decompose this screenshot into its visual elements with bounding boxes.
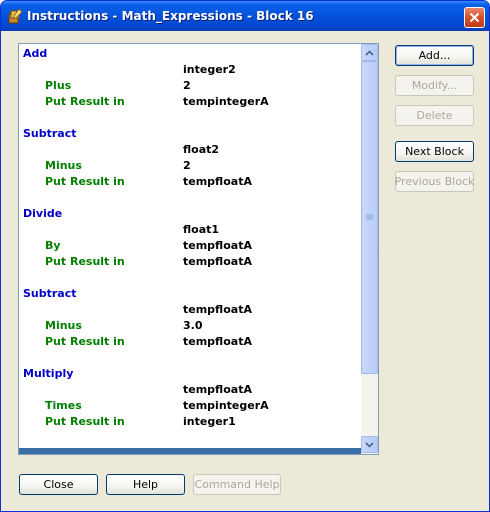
previous-block-button[interactable]: Previous Block <box>395 171 474 192</box>
close-icon <box>469 12 480 23</box>
instruction-row[interactable]: Minus 3.0 <box>19 318 361 334</box>
operand-value: float1 <box>183 223 220 236</box>
instruction-row[interactable]: By tempfloatA <box>19 238 361 254</box>
operation-name: Subtract <box>23 287 77 300</box>
instruction-row[interactable]: Plus 2 <box>19 78 361 94</box>
operation-name: Add <box>23 47 48 60</box>
parameter-label: By <box>45 239 61 252</box>
operand-value: tempfloatA <box>183 383 252 396</box>
modify-button[interactable]: Modify... <box>395 75 474 96</box>
operand-value: integer2 <box>183 63 236 76</box>
scroll-down-button[interactable] <box>361 436 378 453</box>
parameter-label: Minus <box>45 319 82 332</box>
command-help-button[interactable]: Command Help <box>193 474 281 495</box>
help-button[interactable]: Help <box>106 474 185 495</box>
parameter-label: Put Result in <box>45 415 125 428</box>
instruction-list-content: Add integer2 Plus 2 Put Result in tempinteger… <box>19 44 361 448</box>
chevron-down-icon <box>365 441 374 448</box>
parameter-value: tempintegerA <box>183 399 269 412</box>
instruction-row[interactable]: Put Result in tempfloatA <box>19 174 361 190</box>
title-bar[interactable]: Instructions - Math_Expressions - Block … <box>1 1 489 31</box>
instruction-row[interactable]: Put Result in tempintegerA <box>19 94 361 110</box>
operand-value: tempfloatA <box>183 303 252 316</box>
instruction-row[interactable]: float2 <box>19 142 361 158</box>
parameter-value: 2 <box>183 79 191 92</box>
instruction-row[interactable]: tempfloatA <box>19 302 361 318</box>
add-button[interactable]: Add... <box>395 45 474 66</box>
instruction-list[interactable]: Add integer2 Plus 2 Put Result in tempinteger… <box>18 43 379 455</box>
operation-name: Subtract <box>23 127 77 140</box>
chevron-up-icon <box>365 49 374 56</box>
scroll-thumb[interactable] <box>361 61 378 374</box>
instruction-row[interactable]: Put Result in integer1 <box>19 414 361 430</box>
parameter-label: Put Result in <box>45 95 125 108</box>
parameter-value: 2 <box>183 159 191 172</box>
parameter-value: tempfloatA <box>183 175 252 188</box>
parameter-label: Put Result in <box>45 175 125 188</box>
instruction-row[interactable]: Add <box>19 46 361 62</box>
operation-name: Multiply <box>23 367 74 380</box>
parameter-value: tempfloatA <box>183 239 252 252</box>
instruction-row[interactable]: integer2 <box>19 62 361 78</box>
close-window-button[interactable] <box>464 7 485 28</box>
app-icon <box>8 8 23 24</box>
operand-value: float2 <box>183 143 220 156</box>
parameter-label: Put Result in <box>45 255 125 268</box>
grip-icon <box>366 214 373 220</box>
window-title: Instructions - Math_Expressions - Block … <box>27 9 314 23</box>
parameter-value: integer1 <box>183 415 236 428</box>
parameter-value: tempfloatA <box>183 335 252 348</box>
parameter-label: Minus <box>45 159 82 172</box>
instruction-row[interactable]: Subtract <box>19 126 361 142</box>
parameter-label: Put Result in <box>45 335 125 348</box>
instruction-row[interactable]: Subtract <box>19 286 361 302</box>
instruction-row[interactable]: Divide <box>19 206 361 222</box>
list-bottom-bar <box>19 448 361 454</box>
delete-button[interactable]: Delete <box>395 105 474 126</box>
dialog-body: Add integer2 Plus 2 Put Result in tempinteger… <box>4 31 486 509</box>
instruction-row[interactable]: float1 <box>19 222 361 238</box>
instruction-row[interactable]: Put Result in tempfloatA <box>19 334 361 350</box>
parameter-label: Plus <box>45 79 72 92</box>
scroll-up-button[interactable] <box>361 44 378 61</box>
parameter-value: tempfloatA <box>183 255 252 268</box>
parameter-label: Times <box>45 399 82 412</box>
instruction-row[interactable]: tempfloatA <box>19 382 361 398</box>
next-block-button[interactable]: Next Block <box>395 141 474 162</box>
parameter-value: 3.0 <box>183 319 203 332</box>
instruction-row[interactable]: Put Result in tempfloatA <box>19 254 361 270</box>
instructions-dialog: Instructions - Math_Expressions - Block … <box>0 0 490 512</box>
vertical-scrollbar[interactable] <box>361 44 378 454</box>
close-button[interactable]: Close <box>19 474 98 495</box>
instruction-row[interactable]: Times tempintegerA <box>19 398 361 414</box>
instruction-row[interactable]: Minus 2 <box>19 158 361 174</box>
parameter-value: tempintegerA <box>183 95 269 108</box>
instruction-row[interactable]: Multiply <box>19 366 361 382</box>
operation-name: Divide <box>23 207 63 220</box>
